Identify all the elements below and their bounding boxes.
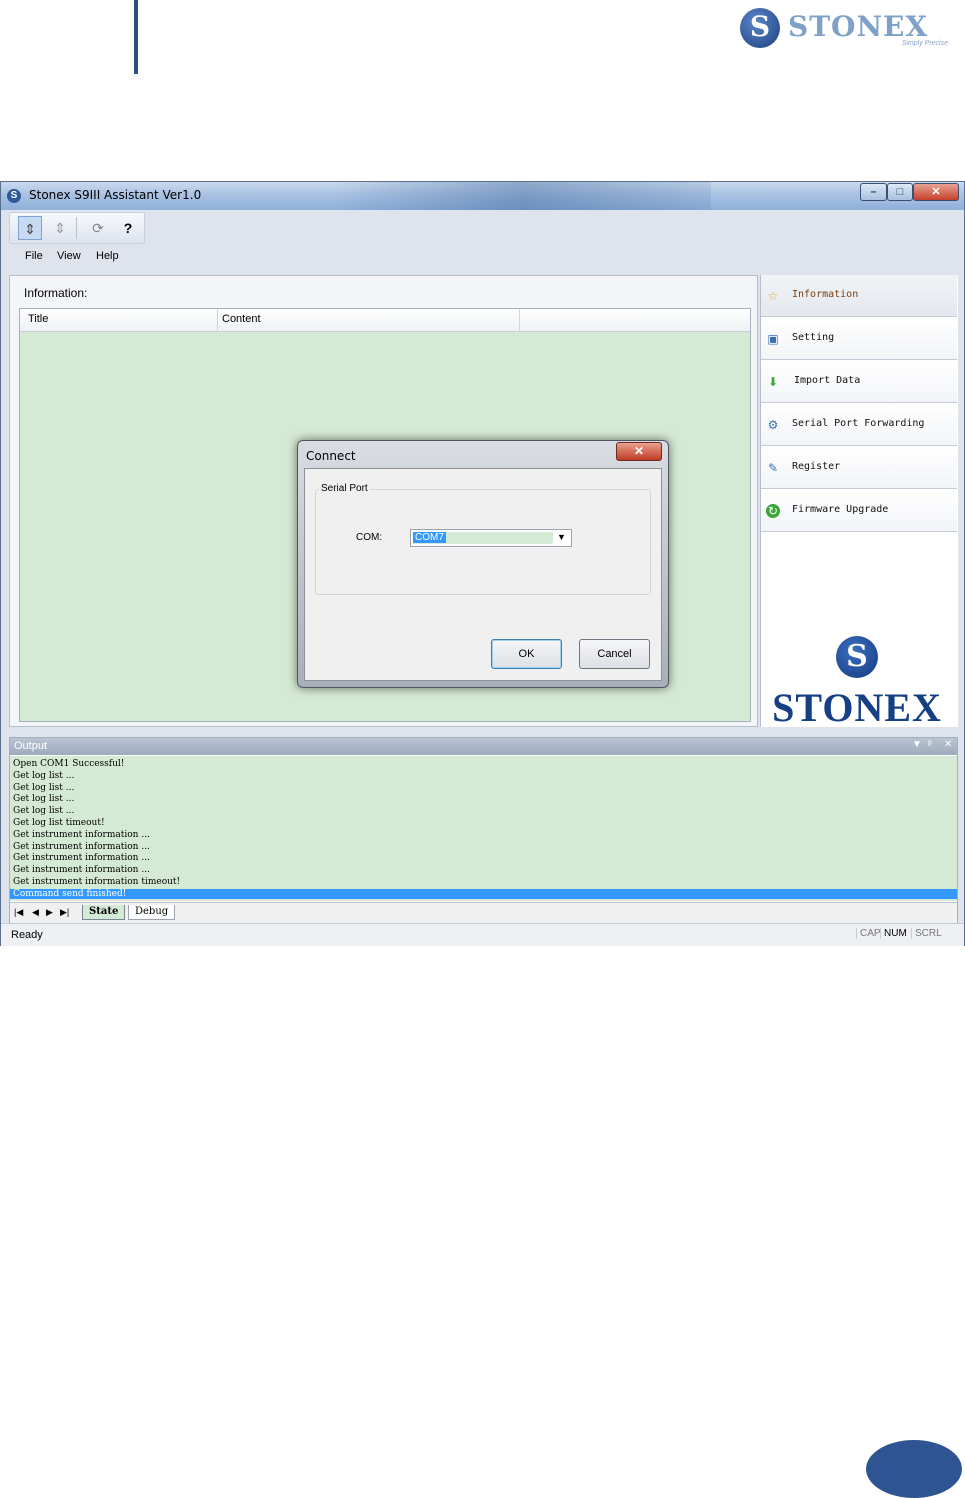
log-line-selected[interactable]: Command send finished! [10,889,957,899]
pin-icon[interactable]: ᵖ [928,739,932,750]
cancel-button[interactable]: Cancel [579,639,650,669]
com-label: COM: [356,532,383,543]
column-content[interactable]: Content [222,313,261,325]
download-arrow-icon: ⬇ [767,375,779,389]
log-line: Get instrument information ... [13,853,150,863]
scroll-indicator: SCRL [911,928,945,939]
help-icon[interactable]: ? [116,216,140,240]
log-line: Get log list timeout! [13,818,105,828]
tab-state[interactable]: State [82,905,126,920]
log-line: Get instrument information ... [13,830,150,840]
column-title[interactable]: Title [28,313,48,325]
connect-dialog: Connect ✕ Serial Port COM: COM7 ▼ OK Can… [297,440,669,688]
menu-view[interactable]: View [57,250,81,262]
nav-label: Information [792,289,859,300]
connect-icon[interactable]: ⇕ [18,216,42,240]
setting-icon: ▣ [767,332,779,346]
dialog-title: Connect [306,449,356,463]
menu-file[interactable]: File [25,250,43,262]
nav-item-register[interactable]: ✎ Register [761,447,957,489]
window-title: Stonex S9III Assistant Ver1.0 [29,188,202,202]
serial-port-label: Serial Port [319,483,370,494]
star-icon: ☆ [767,289,779,303]
network-icon: ⚙ [767,418,779,432]
log-line: Open COM1 Successful! [13,759,125,769]
close-button[interactable]: ✕ [913,183,959,201]
log-line: Get log list ... [13,806,75,816]
dialog-close-button[interactable]: ✕ [616,442,662,461]
nav-label: Import Data [794,375,861,386]
nav-item-setting[interactable]: ▣ Setting [761,318,957,360]
nav-label: Register [792,461,841,472]
dialog-body: Serial Port COM: COM7 ▼ OK Cancel [304,468,662,681]
nav-label: Serial Port Forwarding [792,418,925,429]
nav-label: Firmware Upgrade [792,504,889,515]
table-header: Title Content [20,309,750,332]
refresh-icon[interactable]: ⟳ [86,216,110,240]
log-list[interactable]: Open COM1 Successful! Get log list ... G… [10,756,957,901]
maximize-button[interactable]: □ [887,183,913,201]
chevron-down-icon[interactable]: ▼ [557,532,566,542]
next-tab-icon[interactable]: ▶ [46,907,53,918]
stonex-logo-icon: S [836,636,878,678]
brand-name: STONEX [788,10,929,43]
output-header: Output ▼ ᵖ ✕ [10,738,957,755]
first-tab-icon[interactable]: |◀ [14,907,23,918]
menu-help[interactable]: Help [96,250,119,262]
status-bar: Ready CAP NUM SCRL [1,923,964,946]
close-icon[interactable]: ✕ [944,739,952,750]
header-rule [134,0,138,74]
nav-item-firmware-upgrade[interactable]: ↻ Firmware Upgrade [761,490,957,532]
dropdown-icon[interactable]: ▼ [912,739,922,750]
toolbar: ⇕ ⇕ ⟳ ? [9,212,145,244]
title-bar[interactable]: S Stonex S9III Assistant Ver1.0 – □ ✕ [1,182,964,210]
register-icon: ✎ [767,461,779,475]
status-text: Ready [11,929,43,941]
brand-tagline: Simply Precise [901,40,948,47]
nav-item-information[interactable]: ☆ Information [761,275,957,317]
log-line: Get instrument information ... [13,865,150,875]
com-port-value: COM7 [413,532,553,544]
nav-item-import-data[interactable]: ⬇ Import Data [761,361,957,403]
page-badge [866,1440,962,1498]
information-label: Information: [24,286,88,300]
ok-button[interactable]: OK [491,639,562,669]
last-tab-icon[interactable]: ▶| [60,907,69,918]
log-line: Get log list ... [13,771,75,781]
nav-label: Setting [792,332,835,343]
com-port-select[interactable]: COM7 ▼ [410,529,572,547]
log-line: Get instrument information ... [13,842,150,852]
output-title: Output [14,740,48,752]
brand-logo: S STONEX Simply Precise [738,6,954,50]
stonex-logo-icon: S [740,8,780,48]
prev-tab-icon[interactable]: ◀ [32,907,39,918]
log-line: Get instrument information timeout! [13,877,181,887]
minimize-button[interactable]: – [860,183,887,201]
app-icon: S [7,189,21,203]
nav-item-serial-port-forwarding[interactable]: ⚙ Serial Port Forwarding [761,404,957,446]
upgrade-icon: ↻ [766,504,780,518]
log-line: Get log list ... [13,794,75,804]
output-tab-strip: |◀ ◀ ▶ ▶| State Debug [10,902,957,923]
log-line: Get log list ... [13,783,75,793]
nav-logo-text: STONEX [772,685,942,730]
disconnect-icon[interactable]: ⇕ [48,216,72,240]
num-indicator: NUM [880,928,910,939]
output-panel: Output ▼ ᵖ ✕ Open COM1 Successful! Get l… [9,737,958,923]
tab-debug[interactable]: Debug [128,905,176,920]
